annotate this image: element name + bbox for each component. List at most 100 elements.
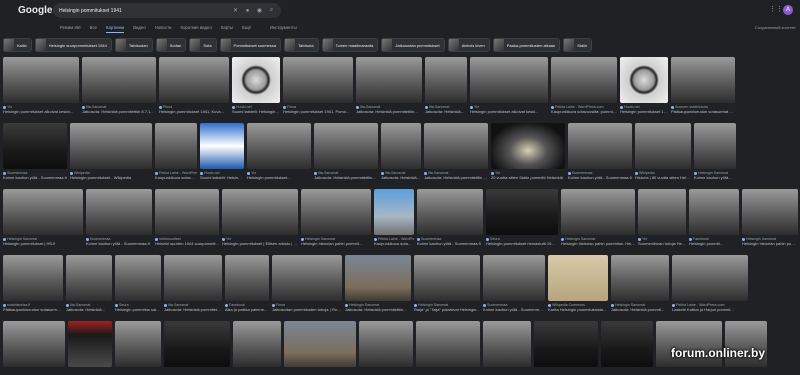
- image-result[interactable]: [115, 321, 161, 367]
- tab-short-videos[interactable]: Короткие видео: [180, 25, 211, 33]
- image-result[interactable]: [233, 321, 281, 367]
- result-thumbnail[interactable]: [638, 189, 686, 235]
- result-title[interactable]: Helsingin pommit...: [689, 241, 739, 246]
- image-result[interactable]: Ilta-Sanomat Jatkosota: Helsinkiä pommite…: [82, 57, 156, 114]
- result-title[interactable]: Helsingin pommitukset alkoivat keski...: [470, 109, 548, 114]
- result-thumbnail[interactable]: [635, 123, 691, 169]
- avatar[interactable]: A: [783, 5, 793, 15]
- result-title[interactable]: Kolme kauhun yötä - Suomenmaa.fi: [417, 241, 483, 246]
- result-title[interactable]: Helsingin pommitukset...: [247, 175, 311, 180]
- result-title[interactable]: Jatkosota: Helsinkiä pommitettiin...: [314, 175, 378, 180]
- image-result[interactable]: [359, 321, 413, 367]
- result-thumbnail[interactable]: [671, 57, 735, 103]
- image-result[interactable]: Ilta-Sanomat Jatkosota: Helsinkiä pommite…: [424, 123, 488, 180]
- filter-chip[interactable]: Sodan: [155, 38, 187, 52]
- result-title[interactable]: Kartta Helsingin pommituksista...: [548, 307, 608, 312]
- filter-chip[interactable]: Helsingin suurpommitukset 1944: [34, 38, 112, 52]
- image-result[interactable]: Yle 20 vuotta sitten Stalin pommitti Hels…: [491, 123, 565, 180]
- result-thumbnail[interactable]: [356, 57, 422, 103]
- image-result[interactable]: Seura Helsingin pommitus sai...: [115, 255, 161, 312]
- result-thumbnail[interactable]: [424, 123, 488, 169]
- tab-images[interactable]: Картинки: [106, 25, 125, 33]
- image-result[interactable]: Helsingin Sanomat Raija" ja "Taija" palai…: [414, 255, 480, 312]
- image-result[interactable]: Ilta-Sanomat Jatkosota: Helsinkiä pommite…: [164, 255, 222, 312]
- filter-chip[interactable]: Talvisodan: [114, 38, 153, 52]
- result-title[interactable]: Kolme kauhun yötä - Suomenmaa.fi: [568, 175, 632, 180]
- image-result[interactable]: Yle Helsingin pommitukset alkoivat keskiv…: [3, 57, 79, 114]
- image-result[interactable]: YleSuomenlinnan tuhoja Helsingin...: [638, 189, 686, 246]
- result-title[interactable]: Helsingin pommitukset alkoivat keskiv...: [3, 109, 79, 114]
- result-title[interactable]: Kolme kauhun yötä - Suomenmaa.fi: [483, 307, 545, 312]
- result-title[interactable]: Kaupunkikuva sotavuosilta...: [155, 175, 197, 180]
- result-thumbnail[interactable]: [247, 123, 311, 169]
- result-title[interactable]: Suomi taistelii: Helsingin...: [200, 175, 244, 180]
- result-thumbnail[interactable]: [200, 123, 244, 169]
- result-title[interactable]: Jatkosota: Helsinkiä pommitettiin 8.7.1.…: [164, 307, 222, 312]
- image-result[interactable]: Pekka Laine - WordPressKaupunkikuva sota…: [374, 189, 414, 246]
- clear-icon[interactable]: ✕: [232, 7, 239, 14]
- result-title[interactable]: Helsingin pommitukset 1941, Kuva...: [159, 109, 229, 114]
- result-thumbnail[interactable]: [359, 321, 413, 367]
- result-title[interactable]: Helsingin pommitukset 1941, Pomo...: [283, 109, 353, 114]
- image-result[interactable]: [68, 321, 112, 367]
- image-result[interactable]: Facebook Aika ja paikka pakene...: [225, 255, 269, 312]
- image-result[interactable]: Helsingin Sanomat Jatkosota: Helsinkiä po…: [345, 255, 411, 312]
- result-thumbnail[interactable]: [414, 255, 480, 301]
- image-result[interactable]: Pinna Helsingin pommitukset 1941, Kuva...: [159, 57, 229, 114]
- result-title[interactable]: Pääkaupunkiseudun sotasurmat...: [3, 307, 63, 312]
- result-title[interactable]: Kolme kauhun yötä - Suomenmaa.fi: [3, 175, 67, 180]
- tab-news[interactable]: Новости: [155, 25, 172, 33]
- result-thumbnail[interactable]: [222, 189, 298, 235]
- image-result[interactable]: [601, 321, 653, 367]
- result-thumbnail[interactable]: [233, 321, 281, 367]
- result-thumbnail[interactable]: [486, 189, 558, 235]
- filter-chip[interactable]: Stalin: [563, 38, 593, 52]
- result-thumbnail[interactable]: [68, 321, 112, 367]
- result-thumbnail[interactable]: [3, 123, 67, 169]
- result-title[interactable]: Helsinki suurten 1944 suurpommit...: [155, 241, 219, 246]
- result-thumbnail[interactable]: [3, 57, 79, 103]
- image-result[interactable]: Suomenmaa Kolme kauhun yötä - Suomenmaa.f…: [3, 123, 67, 180]
- result-thumbnail[interactable]: [483, 321, 531, 367]
- result-thumbnail[interactable]: [534, 321, 598, 367]
- image-result[interactable]: Helsingin Sanomat Helsingin historian pah…: [301, 189, 371, 246]
- result-title[interactable]: Suomenlinnan tuhoja Helsingin...: [638, 241, 686, 246]
- result-thumbnail[interactable]: [70, 123, 152, 169]
- result-title[interactable]: Lasketti Kallion ja Harjun pommit...: [672, 307, 748, 312]
- result-thumbnail[interactable]: [314, 123, 378, 169]
- result-thumbnail[interactable]: [159, 57, 229, 103]
- result-title[interactable]: Kaupunkikuva sotavuosilta: pommitukset..…: [551, 109, 617, 114]
- result-title[interactable]: Jatkosota: Helsinkiä pommitettiin...: [345, 307, 411, 312]
- result-title[interactable]: Raija" ja "Taija" palaisivat Helsingin..…: [414, 307, 480, 312]
- image-result[interactable]: Helsingin Sanomat Helsingin historian pah…: [561, 189, 635, 246]
- result-title[interactable]: Helsingin pommitukset 1941...: [620, 109, 668, 114]
- result-thumbnail[interactable]: [416, 321, 480, 367]
- filter-chip[interactable]: Toinen maailmansota: [321, 38, 379, 52]
- result-thumbnail[interactable]: [232, 57, 280, 103]
- image-result[interactable]: [534, 321, 598, 367]
- result-thumbnail[interactable]: [374, 189, 414, 235]
- search-input[interactable]: Helsingin pommitukset 1941: [59, 8, 227, 14]
- result-thumbnail[interactable]: [742, 189, 798, 235]
- result-thumbnail[interactable]: [115, 255, 161, 301]
- result-thumbnail[interactable]: [164, 321, 230, 367]
- image-result[interactable]: Ilta-Sanomat Jatkosota: Helsinkiä...: [425, 57, 467, 114]
- result-thumbnail[interactable]: [82, 57, 156, 103]
- image-result[interactable]: Helsingin Sanomat Jatkosota: Helsinkiä po…: [611, 255, 669, 312]
- image-result[interactable]: [725, 321, 767, 367]
- filter-chip[interactable]: Talvisota: [284, 38, 319, 52]
- result-thumbnail[interactable]: [491, 123, 565, 169]
- result-thumbnail[interactable]: [470, 57, 548, 103]
- image-result[interactable]: Ilta-Sanomat Jatkosota: Helsinkiä...: [66, 255, 112, 312]
- image-result[interactable]: Ilta-Sanomat Jatkosota: Helsinkiä pommite…: [356, 57, 422, 114]
- image-result[interactable]: Suomenmaa Kolme kauhun yötä - Suomenmaa.f…: [417, 189, 483, 246]
- result-thumbnail[interactable]: [115, 321, 161, 367]
- mic-icon[interactable]: ●: [244, 7, 251, 14]
- image-result[interactable]: Wikipedia Historia | 80 vuotta sitten Hel…: [635, 123, 691, 180]
- result-thumbnail[interactable]: [551, 57, 617, 103]
- tab-all[interactable]: Все: [90, 25, 97, 33]
- tab-ai-mode[interactable]: Режим ИИ: [60, 25, 81, 33]
- result-title[interactable]: Jatkosota: Helsinkiä pommitettiin...: [356, 109, 422, 114]
- filter-chip[interactable]: Jatkosodan pommitukset: [381, 38, 445, 52]
- result-title[interactable]: Helsingin historian pahin pommit...: [301, 241, 371, 246]
